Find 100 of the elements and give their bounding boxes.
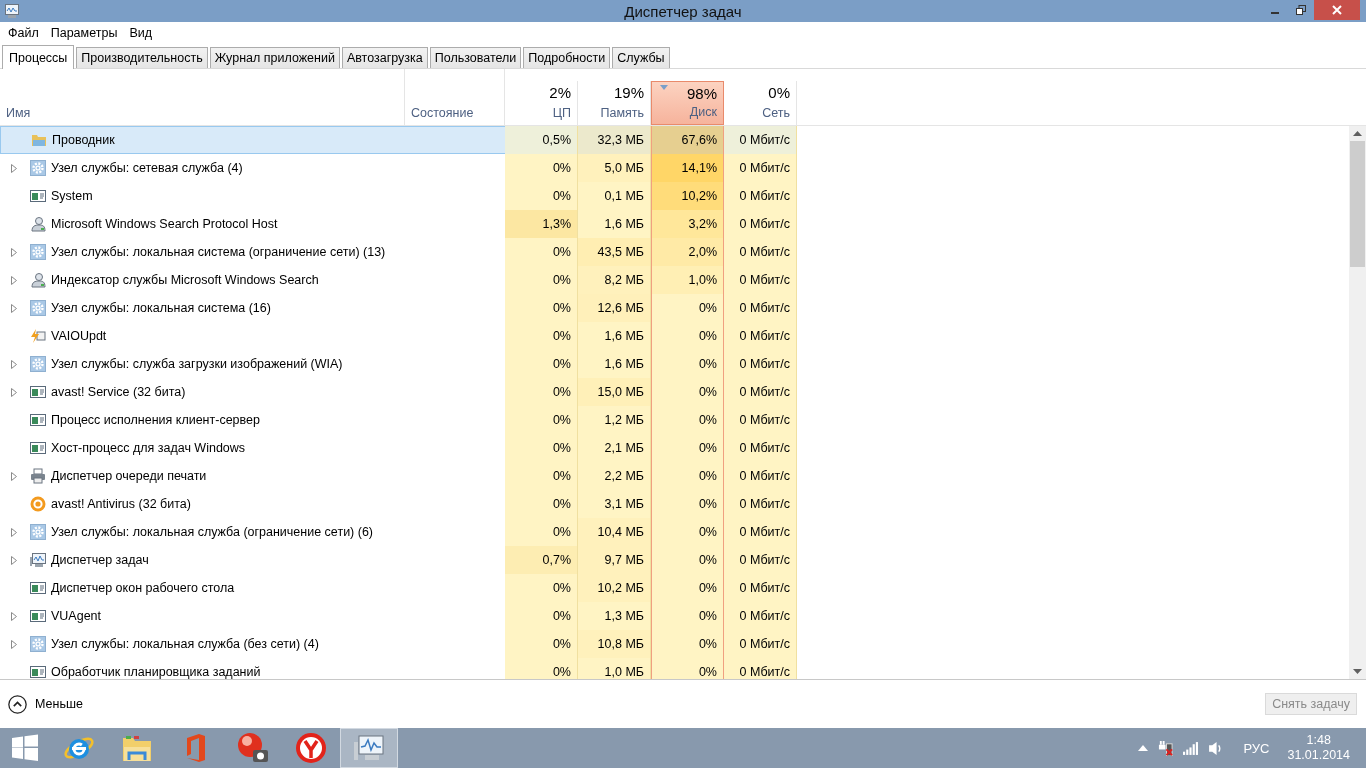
process-row[interactable]: VUAgent 0% 1,3 МБ 0% 0 Мбит/с (0, 602, 1349, 630)
window-icon (30, 412, 46, 428)
taskbar-button[interactable] (340, 728, 398, 768)
table-cell: 0 Мбит/с (724, 574, 797, 602)
fewer-details-button[interactable]: Меньше (8, 694, 83, 714)
table-cell: 2,0% (651, 238, 724, 266)
column-total: 2% (549, 84, 571, 101)
table-cell: 0% (505, 462, 578, 490)
process-row[interactable]: avast! Antivirus (32 бита) 0% 3,1 МБ 0% 0 Мбит/с (0, 490, 1349, 518)
process-row[interactable]: Диспетчер окон рабочего стола 0% 10,2 МБ 0% 0 Мбит/с (0, 574, 1349, 602)
expand-icon[interactable] (11, 555, 17, 565)
table-cell: 0% (651, 378, 724, 406)
process-row[interactable]: Узел службы: локальная система (ограничение сети) (13) 0% 43,5 МБ 2,0% 0 Мбит/с (0, 238, 1349, 266)
table-cell: 14,1% (651, 154, 724, 182)
column-header[interactable]: Имя (0, 69, 405, 125)
table-cell: 0% (651, 350, 724, 378)
table-cell: 0 Мбит/с (724, 266, 797, 294)
scroll-down-icon[interactable] (1353, 669, 1362, 674)
browser-icon (295, 732, 327, 764)
table-cell: 0% (651, 490, 724, 518)
table-cell: 0 Мбит/с (724, 126, 797, 154)
process-row[interactable]: VAIOUpdt 0% 1,6 МБ 0% 0 Мбит/с (0, 322, 1349, 350)
menu-item[interactable]: Файл (2, 26, 45, 40)
process-row[interactable]: avast! Service (32 бита) 0% 15,0 МБ 0% 0 Мбит/с (0, 378, 1349, 406)
process-name: Microsoft Windows Search Protocol Host (51, 217, 278, 231)
process-row[interactable]: Узел службы: служба загрузки изображений (WIA) 0% 1,6 МБ 0% 0 Мбит/с (0, 350, 1349, 378)
table-cell: 0 Мбит/с (724, 182, 797, 210)
process-row[interactable]: Узел службы: сетевая служба (4) 0% 5,0 МБ 14,1% 0 Мбит/с (0, 154, 1349, 182)
table-cell: 0 Мбит/с (724, 630, 797, 658)
camera-icon (237, 732, 269, 764)
table-cell: 3,1 МБ (578, 490, 651, 518)
signal-icon[interactable] (1183, 740, 1199, 756)
expand-icon[interactable] (11, 611, 17, 621)
user-icon (30, 272, 46, 288)
column-header[interactable]: 98% Диск (651, 81, 724, 125)
table-cell: 0% (651, 462, 724, 490)
table-cell: 9,7 МБ (578, 546, 651, 574)
table-cell: 0 Мбит/с (724, 294, 797, 322)
user-icon (30, 216, 46, 232)
show-hidden-icons-icon[interactable] (1138, 745, 1149, 751)
table-cell: 43,5 МБ (578, 238, 651, 266)
table-cell: 0 Мбит/с (724, 210, 797, 238)
column-header[interactable]: 2% ЦП (505, 81, 578, 125)
expand-icon[interactable] (11, 527, 17, 537)
table-cell: 0% (651, 406, 724, 434)
table-cell: 1,6 МБ (578, 210, 651, 238)
expand-icon[interactable] (11, 471, 17, 481)
menu-item[interactable]: Вид (123, 26, 158, 40)
process-row[interactable]: Microsoft Windows Search Protocol Host 1,3% 1,6 МБ 3,2% 0 Мбит/с (0, 210, 1349, 238)
expand-icon[interactable] (11, 303, 17, 313)
column-total: 19% (613, 84, 644, 101)
process-row[interactable]: Индексатор службы Microsoft Windows Search 0% 8,2 МБ 1,0% 0 Мбит/с (0, 266, 1349, 294)
tab[interactable]: Службы (612, 47, 670, 68)
close-button[interactable] (1314, 0, 1360, 20)
windows-logo-icon (11, 734, 39, 762)
process-row[interactable]: Процесс исполнения клиент-сервер 0% 1,2 МБ 0% 0 Мбит/с (0, 406, 1349, 434)
process-row[interactable]: Узел службы: локальная служба (ограничение сети) (6) 0% 10,4 МБ 0% 0 Мбит/с (0, 518, 1349, 546)
table-cell: 0% (505, 266, 578, 294)
expand-icon[interactable] (11, 359, 17, 369)
table-cell: 0 Мбит/с (724, 518, 797, 546)
window-icon (30, 664, 46, 679)
column-header[interactable]: 0% Сеть (724, 81, 797, 125)
process-row[interactable]: System 0% 0,1 МБ 10,2% 0 Мбит/с (0, 182, 1349, 210)
process-name: Узел службы: локальная служба (без сети) (4) (51, 637, 319, 651)
column-header[interactable]: Состояние (405, 69, 505, 125)
expand-icon[interactable] (11, 247, 17, 257)
scrollbar[interactable] (1349, 126, 1366, 679)
gear-icon (30, 636, 46, 652)
expand-icon[interactable] (11, 387, 17, 397)
table-cell: 0% (505, 378, 578, 406)
tab[interactable]: Автозагрузка (341, 47, 428, 68)
expand-icon[interactable] (11, 275, 17, 285)
expand-icon[interactable] (11, 163, 17, 173)
scroll-up-icon[interactable] (1353, 131, 1362, 136)
process-row[interactable]: Проводник 0,5% 32,3 МБ 67,6% 0 Мбит/с (0, 126, 1349, 154)
tab[interactable]: Пользователи (429, 47, 522, 68)
window-title: Диспетчер задач (624, 2, 742, 20)
tab[interactable]: Процессы (2, 45, 75, 69)
process-row[interactable]: Узел службы: локальная система (16) 0% 12,6 МБ 0% 0 Мбит/с (0, 294, 1349, 322)
process-row[interactable]: Диспетчер задач 0,7% 9,7 МБ 0% 0 Мбит/с (0, 546, 1349, 574)
scrollbar-thumb[interactable] (1350, 141, 1365, 267)
process-row[interactable]: Диспетчер очереди печати 0% 2,2 МБ 0% 0 Мбит/с (0, 462, 1349, 490)
table-cell: 0 Мбит/с (724, 462, 797, 490)
table-cell: 5,0 МБ (578, 154, 651, 182)
expand-icon[interactable] (11, 639, 17, 649)
process-row[interactable]: Обработчик планировщика заданий 0% 1,0 МБ 0% 0 Мбит/с (0, 658, 1349, 679)
process-row[interactable]: Узел службы: локальная служба (без сети) (4) 0% 10,8 МБ 0% 0 Мбит/с (0, 630, 1349, 658)
ring-icon (30, 496, 46, 512)
tab[interactable]: Подробности (523, 47, 611, 68)
menu-item[interactable]: Параметры (44, 26, 124, 40)
minimize-icon (1271, 12, 1279, 14)
process-name: Индексатор службы Microsoft Windows Search (51, 273, 319, 287)
tab[interactable]: Производительность (76, 47, 208, 68)
process-name: VAIOUpdt (51, 329, 107, 343)
tab[interactable]: Журнал приложений (209, 47, 340, 68)
battery-icon[interactable] (1158, 740, 1174, 756)
lightning-icon (30, 328, 46, 344)
process-row[interactable]: Хост-процесс для задач Windows 0% 2,1 МБ 0% 0 Мбит/с (0, 434, 1349, 462)
table-cell: 1,6 МБ (578, 322, 651, 350)
table-cell: 0 Мбит/с (724, 658, 797, 679)
